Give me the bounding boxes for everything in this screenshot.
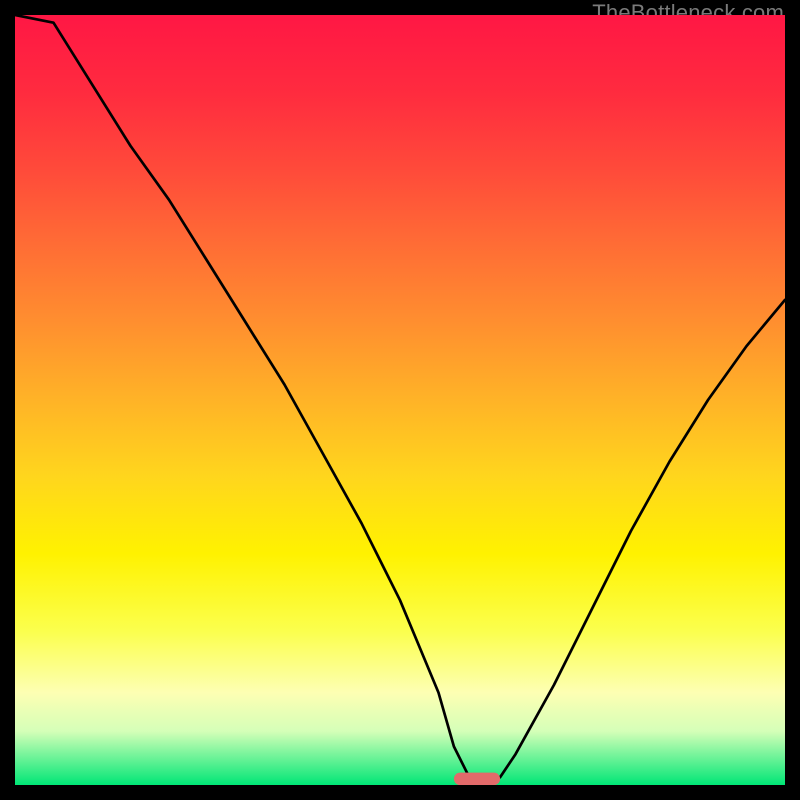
chart-svg: [15, 15, 785, 785]
chart-frame: TheBottleneck.com: [0, 0, 800, 800]
optimal-point-marker: [454, 773, 500, 785]
bottleneck-curve: [15, 15, 785, 785]
plot-area: [15, 15, 785, 785]
